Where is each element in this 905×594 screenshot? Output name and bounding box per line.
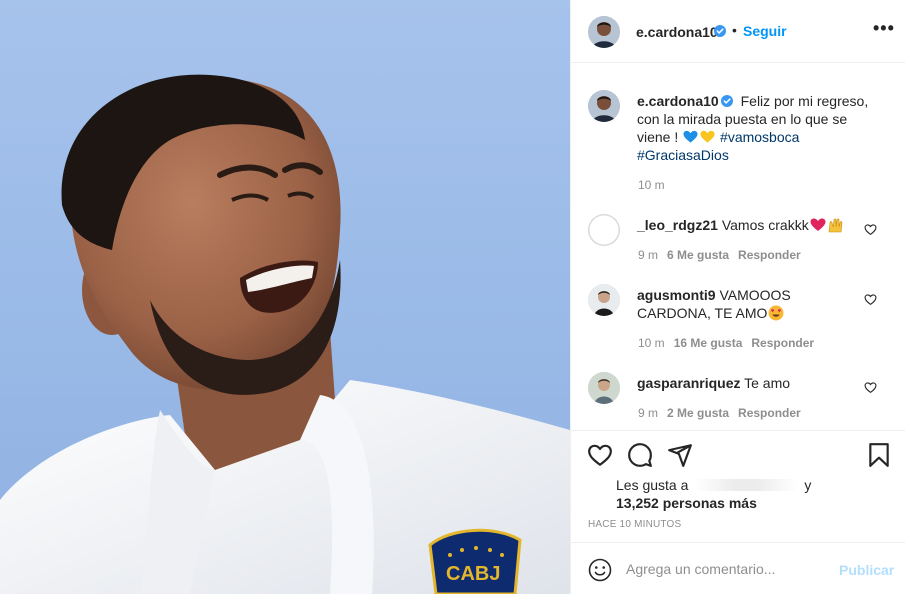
comment-meta: 9 m 6 Me gusta Responder: [638, 248, 801, 262]
commenter-username[interactable]: agusmonti9: [637, 287, 716, 303]
badge-text: CABJ: [446, 563, 500, 585]
comment-likes[interactable]: 16 Me gusta: [674, 336, 743, 350]
redacted-username: [694, 479, 799, 491]
caption-author-username[interactable]: e.cardona10: [637, 93, 719, 109]
share-icon[interactable]: [667, 442, 693, 468]
comment-likes[interactable]: 2 Me gusta: [667, 406, 729, 420]
comment-time: 10 m: [638, 336, 665, 350]
caption-text-block: e.cardona10 Feliz por mi regreso, con la…: [637, 92, 877, 164]
comment-text-block: gasparanriquez Te amo: [637, 374, 852, 392]
comment-like-heart-icon[interactable]: [864, 223, 877, 236]
comment-time: 9 m: [638, 248, 659, 262]
comment-like-heart-icon[interactable]: [864, 293, 877, 306]
yellow-heart-emoji-icon: [700, 130, 715, 143]
commenter-avatar[interactable]: [588, 214, 620, 246]
likes-conjunction: y: [804, 477, 812, 493]
emoji-picker-icon[interactable]: [588, 558, 612, 582]
likes-count[interactable]: 13,252 personas más: [616, 495, 757, 511]
comment-meta: 10 m 16 Me gusta Responder: [638, 336, 814, 350]
comment-text: Vamos crakkk: [721, 217, 809, 233]
author-username[interactable]: e.cardona10: [636, 24, 718, 40]
publish-button[interactable]: Publicar: [839, 562, 894, 578]
heart-eyes-face-emoji-icon: [768, 305, 784, 321]
comment-input[interactable]: [626, 558, 826, 580]
avatar-image: [588, 284, 620, 316]
likes-prefix: Les gusta a: [616, 477, 689, 493]
add-comment-bar: Publicar: [571, 542, 905, 594]
comment-icon[interactable]: [627, 442, 653, 468]
comment-meta: 9 m 2 Me gusta Responder: [638, 406, 801, 420]
photo-image: CABJ: [0, 0, 570, 594]
avatar-image: [588, 372, 620, 404]
commenter-username[interactable]: _leo_rdgz21: [637, 217, 718, 233]
reply-button[interactable]: Responder: [738, 406, 801, 420]
more-options-icon[interactable]: •••: [873, 18, 895, 39]
hashtag-link[interactable]: #GraciasaDios: [637, 147, 729, 163]
separator-dot: •: [732, 22, 737, 38]
raising-hands-emoji-icon: [828, 218, 843, 233]
comment-text: Te amo: [744, 375, 791, 391]
comment-time: 9 m: [638, 406, 659, 420]
verified-badge-icon: [720, 95, 733, 107]
red-heart-emoji-icon: [810, 218, 826, 231]
follow-button[interactable]: Seguir: [743, 23, 787, 39]
commenter-username[interactable]: gasparanriquez: [637, 375, 740, 391]
hashtag-link[interactable]: #vamosboca: [720, 129, 799, 145]
post-header: e.cardona10 • Seguir •••: [571, 0, 905, 63]
bookmark-icon[interactable]: [866, 442, 892, 468]
post-photo[interactable]: CABJ: [0, 0, 570, 594]
commenter-avatar[interactable]: [588, 284, 620, 316]
caption-time: 10 m: [638, 178, 665, 192]
author-avatar[interactable]: [588, 16, 620, 48]
avatar-image: [588, 16, 620, 48]
likes-summary: Les gusta a y 13,252 personas más: [616, 476, 811, 512]
comment-text-block: agusmonti9 VAMOOOS CARDONA, TE AMO: [637, 286, 852, 322]
reply-button[interactable]: Responder: [738, 248, 801, 262]
comment-likes[interactable]: 6 Me gusta: [667, 248, 729, 262]
comment-like-heart-icon[interactable]: [864, 381, 877, 394]
post-timestamp[interactable]: HACE 10 MINUTOS: [588, 519, 681, 530]
comment-text-block: _leo_rdgz21 Vamos crakkk: [637, 216, 852, 234]
reply-button[interactable]: Responder: [751, 336, 814, 350]
caption-author-avatar[interactable]: [588, 90, 620, 122]
verified-badge-icon: [714, 25, 726, 37]
avatar-image: [588, 90, 620, 122]
default-avatar-image: [588, 214, 620, 246]
heart-icon[interactable]: [587, 442, 613, 468]
commenter-avatar[interactable]: [588, 372, 620, 404]
blue-heart-emoji-icon: [683, 130, 698, 143]
post-panel: e.cardona10 • Seguir ••• e.cardona10 Fel…: [570, 0, 905, 594]
